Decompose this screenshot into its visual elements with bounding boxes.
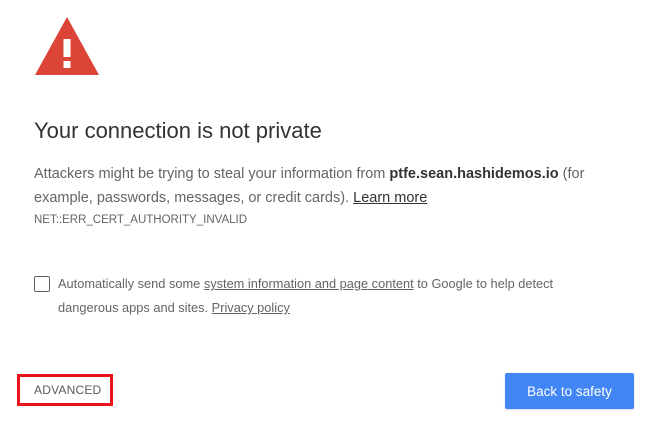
page-title: Your connection is not private (34, 118, 322, 143)
exclamation-dot (63, 61, 71, 68)
system-info-link[interactable]: system information and page content (204, 276, 414, 291)
privacy-policy-link[interactable]: Privacy policy (212, 300, 290, 315)
advanced-button[interactable]: ADVANCED (26, 378, 108, 402)
main-message: Attackers might be trying to steal your … (34, 162, 624, 210)
error-code: NET::ERR_CERT_AUTHORITY_INVALID (34, 214, 248, 226)
message-text-before: Attackers might be trying to steal your … (34, 166, 390, 182)
exclamation-bar (63, 39, 71, 57)
back-to-safety-button[interactable]: Back to safety (505, 373, 634, 409)
optin-text-before: Automatically send some (58, 276, 204, 291)
send-info-checkbox[interactable] (34, 276, 50, 292)
hostname: ptfe.sean.hashidemos.io (389, 166, 559, 182)
optin-label: Automatically send some system informati… (58, 272, 598, 320)
warning-triangle-icon (35, 17, 99, 75)
learn-more-link[interactable]: Learn more (353, 190, 427, 206)
